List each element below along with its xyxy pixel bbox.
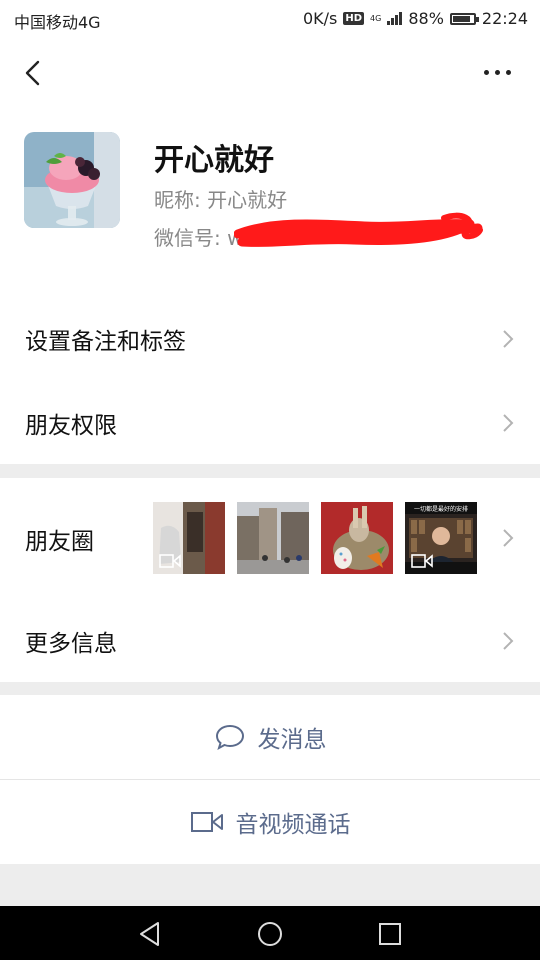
moments-thumbnail-4: 一切都是最好的安排 [405, 502, 477, 574]
moments-thumbnail-1 [153, 502, 225, 574]
battery-percent: 88% [408, 9, 444, 28]
moments-thumbnail-2 [237, 502, 309, 574]
more-options-icon[interactable] [484, 66, 512, 78]
carrier: 中国移动4G [14, 13, 101, 32]
chevron-right-icon [503, 330, 514, 348]
system-nav-bar [0, 906, 540, 960]
nickname-label: 昵称: [154, 188, 201, 212]
remark-tags-label: 设置备注和标签 [25, 329, 186, 355]
friend-permissions-row[interactable]: 朋友权限 [0, 380, 540, 464]
nav-back-icon[interactable] [138, 921, 162, 947]
moments-thumbnail-3 [321, 502, 393, 574]
more-info-label: 更多信息 [25, 631, 117, 657]
moments-section: 朋友圈 一切都是最好的安排 更多信息 [0, 478, 540, 682]
video-icon [159, 554, 181, 568]
hd-icon: HD [343, 12, 365, 25]
send-message-label: 发消息 [257, 727, 327, 753]
moments-row[interactable]: 朋友圈 一切都是最好的安排 [0, 478, 540, 598]
network-speed: 0K/s [302, 9, 338, 28]
video-call-label: 音视频通话 [235, 812, 351, 838]
clock: 22:24 [481, 9, 528, 28]
chevron-right-icon [503, 632, 514, 650]
video-call-button[interactable]: 音视频通话 [0, 780, 540, 864]
nav-home-icon[interactable] [257, 921, 283, 947]
signal-icon [387, 12, 403, 25]
settings-section: 设置备注和标签 朋友权限 [0, 296, 540, 464]
status-bar: 中国移动4G 0K/s HD 4G 88% 22:24 [0, 0, 540, 38]
chevron-right-icon [503, 529, 514, 547]
video-icon [411, 554, 433, 568]
profile-header: 开心就好 昵称: 开心就好 微信号: w [0, 38, 540, 296]
chevron-right-icon [503, 414, 514, 432]
nav-recents-icon[interactable] [378, 922, 402, 946]
moments-label: 朋友圈 [25, 529, 94, 555]
moments-thumbnails: 一切都是最好的安排 [153, 502, 477, 574]
video-camera-icon [190, 812, 223, 832]
chat-bubble-icon [215, 724, 244, 751]
wechat-id-label: 微信号: [154, 226, 221, 250]
avatar[interactable] [24, 132, 120, 228]
battery-icon [449, 12, 479, 25]
redaction-scribble [234, 212, 483, 247]
contact-name: 开心就好 [154, 143, 274, 178]
avatar-image [24, 132, 120, 228]
send-message-button[interactable]: 发消息 [0, 695, 540, 779]
more-info-row[interactable]: 更多信息 [0, 598, 540, 682]
actions-section: 发消息 音视频通话 [0, 695, 540, 864]
remark-tags-row[interactable]: 设置备注和标签 [0, 296, 540, 380]
back-arrow-icon[interactable] [22, 60, 48, 86]
network-type-icon: 4G [370, 13, 382, 23]
moments-thumbnail-4-caption: 一切都是最好的安排 [413, 506, 468, 513]
wechat-id-line: 微信号: w [154, 222, 243, 251]
friend-permissions-label: 朋友权限 [25, 413, 117, 439]
